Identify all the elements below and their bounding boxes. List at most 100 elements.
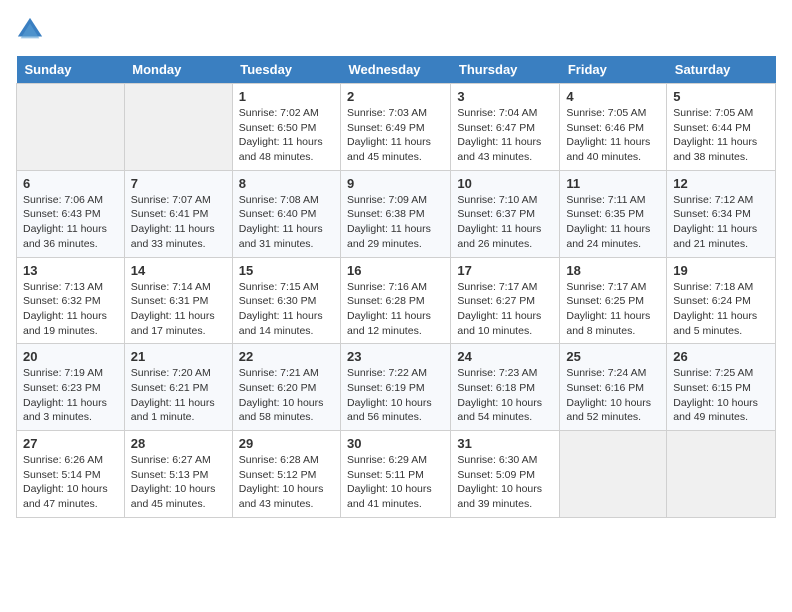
- calendar-cell: 21 Sunrise: 7:20 AMSunset: 6:21 PMDayligh…: [124, 344, 232, 431]
- calendar-cell: [560, 431, 667, 518]
- week-row-4: 20 Sunrise: 7:19 AMSunset: 6:23 PMDayligh…: [17, 344, 776, 431]
- page-header: [16, 16, 776, 44]
- day-number: 14: [131, 263, 226, 278]
- day-info: Sunrise: 7:05 AMSunset: 6:44 PMDaylight:…: [673, 106, 769, 165]
- day-info: Sunrise: 7:21 AMSunset: 6:20 PMDaylight:…: [239, 366, 334, 425]
- day-number: 21: [131, 349, 226, 364]
- calendar-table: SundayMondayTuesdayWednesdayThursdayFrid…: [16, 56, 776, 518]
- day-number: 1: [239, 89, 334, 104]
- day-number: 20: [23, 349, 118, 364]
- day-info: Sunrise: 7:20 AMSunset: 6:21 PMDaylight:…: [131, 366, 226, 425]
- day-info: Sunrise: 7:12 AMSunset: 6:34 PMDaylight:…: [673, 193, 769, 252]
- calendar-cell: [124, 84, 232, 171]
- day-info: Sunrise: 7:08 AMSunset: 6:40 PMDaylight:…: [239, 193, 334, 252]
- calendar-cell: 8 Sunrise: 7:08 AMSunset: 6:40 PMDaylight…: [232, 170, 340, 257]
- day-number: 8: [239, 176, 334, 191]
- calendar-cell: 26 Sunrise: 7:25 AMSunset: 6:15 PMDayligh…: [667, 344, 776, 431]
- day-number: 15: [239, 263, 334, 278]
- calendar-cell: 15 Sunrise: 7:15 AMSunset: 6:30 PMDayligh…: [232, 257, 340, 344]
- day-number: 16: [347, 263, 444, 278]
- day-number: 7: [131, 176, 226, 191]
- calendar-cell: 6 Sunrise: 7:06 AMSunset: 6:43 PMDaylight…: [17, 170, 125, 257]
- day-info: Sunrise: 7:16 AMSunset: 6:28 PMDaylight:…: [347, 280, 444, 339]
- day-number: 26: [673, 349, 769, 364]
- calendar-cell: [667, 431, 776, 518]
- calendar-cell: 19 Sunrise: 7:18 AMSunset: 6:24 PMDayligh…: [667, 257, 776, 344]
- calendar-cell: 20 Sunrise: 7:19 AMSunset: 6:23 PMDayligh…: [17, 344, 125, 431]
- day-info: Sunrise: 7:03 AMSunset: 6:49 PMDaylight:…: [347, 106, 444, 165]
- header-friday: Friday: [560, 56, 667, 84]
- logo: [16, 16, 48, 44]
- calendar-cell: 30 Sunrise: 6:29 AMSunset: 5:11 PMDayligh…: [341, 431, 451, 518]
- day-info: Sunrise: 6:30 AMSunset: 5:09 PMDaylight:…: [457, 453, 553, 512]
- day-number: 27: [23, 436, 118, 451]
- day-number: 10: [457, 176, 553, 191]
- calendar-cell: 24 Sunrise: 7:23 AMSunset: 6:18 PMDayligh…: [451, 344, 560, 431]
- logo-icon: [16, 16, 44, 44]
- day-number: 9: [347, 176, 444, 191]
- calendar-cell: 7 Sunrise: 7:07 AMSunset: 6:41 PMDaylight…: [124, 170, 232, 257]
- day-number: 22: [239, 349, 334, 364]
- day-number: 17: [457, 263, 553, 278]
- calendar-cell: 4 Sunrise: 7:05 AMSunset: 6:46 PMDaylight…: [560, 84, 667, 171]
- calendar-cell: 17Sunrise: 7:17 AMSunset: 6:27 PMDayligh…: [451, 257, 560, 344]
- day-number: 11: [566, 176, 660, 191]
- day-info: Sunrise: 7:02 AMSunset: 6:50 PMDaylight:…: [239, 106, 334, 165]
- calendar-cell: 27Sunrise: 6:26 AMSunset: 5:14 PMDayligh…: [17, 431, 125, 518]
- day-info: Sunrise: 7:14 AMSunset: 6:31 PMDaylight:…: [131, 280, 226, 339]
- calendar-cell: [17, 84, 125, 171]
- day-number: 28: [131, 436, 226, 451]
- day-info: Sunrise: 7:19 AMSunset: 6:23 PMDaylight:…: [23, 366, 118, 425]
- day-number: 4: [566, 89, 660, 104]
- day-number: 31: [457, 436, 553, 451]
- day-info: Sunrise: 7:06 AMSunset: 6:43 PMDaylight:…: [23, 193, 118, 252]
- day-info: Sunrise: 7:13 AMSunset: 6:32 PMDaylight:…: [23, 280, 118, 339]
- day-number: 18: [566, 263, 660, 278]
- calendar-cell: 10Sunrise: 7:10 AMSunset: 6:37 PMDayligh…: [451, 170, 560, 257]
- day-number: 13: [23, 263, 118, 278]
- day-info: Sunrise: 7:25 AMSunset: 6:15 PMDaylight:…: [673, 366, 769, 425]
- day-number: 25: [566, 349, 660, 364]
- day-info: Sunrise: 7:23 AMSunset: 6:18 PMDaylight:…: [457, 366, 553, 425]
- day-info: Sunrise: 6:29 AMSunset: 5:11 PMDaylight:…: [347, 453, 444, 512]
- day-number: 30: [347, 436, 444, 451]
- week-row-2: 6 Sunrise: 7:06 AMSunset: 6:43 PMDaylight…: [17, 170, 776, 257]
- calendar-cell: 18Sunrise: 7:17 AMSunset: 6:25 PMDayligh…: [560, 257, 667, 344]
- calendar-cell: 14 Sunrise: 7:14 AMSunset: 6:31 PMDayligh…: [124, 257, 232, 344]
- day-number: 2: [347, 89, 444, 104]
- day-info: Sunrise: 7:22 AMSunset: 6:19 PMDaylight:…: [347, 366, 444, 425]
- calendar-cell: 12 Sunrise: 7:12 AMSunset: 6:34 PMDayligh…: [667, 170, 776, 257]
- day-info: Sunrise: 7:18 AMSunset: 6:24 PMDaylight:…: [673, 280, 769, 339]
- day-number: 6: [23, 176, 118, 191]
- calendar-cell: 25 Sunrise: 7:24 AMSunset: 6:16 PMDayligh…: [560, 344, 667, 431]
- day-info: Sunrise: 7:04 AMSunset: 6:47 PMDaylight:…: [457, 106, 553, 165]
- day-info: Sunrise: 7:24 AMSunset: 6:16 PMDaylight:…: [566, 366, 660, 425]
- day-number: 12: [673, 176, 769, 191]
- week-row-5: 27Sunrise: 6:26 AMSunset: 5:14 PMDayligh…: [17, 431, 776, 518]
- header-row: SundayMondayTuesdayWednesdayThursdayFrid…: [17, 56, 776, 84]
- calendar-cell: 3Sunrise: 7:04 AMSunset: 6:47 PMDaylight…: [451, 84, 560, 171]
- week-row-1: 1 Sunrise: 7:02 AMSunset: 6:50 PMDaylight…: [17, 84, 776, 171]
- day-info: Sunrise: 6:27 AMSunset: 5:13 PMDaylight:…: [131, 453, 226, 512]
- day-info: Sunrise: 6:28 AMSunset: 5:12 PMDaylight:…: [239, 453, 334, 512]
- day-info: Sunrise: 7:07 AMSunset: 6:41 PMDaylight:…: [131, 193, 226, 252]
- day-info: Sunrise: 7:05 AMSunset: 6:46 PMDaylight:…: [566, 106, 660, 165]
- calendar-cell: 29 Sunrise: 6:28 AMSunset: 5:12 PMDayligh…: [232, 431, 340, 518]
- week-row-3: 13 Sunrise: 7:13 AMSunset: 6:32 PMDayligh…: [17, 257, 776, 344]
- calendar-cell: 13 Sunrise: 7:13 AMSunset: 6:32 PMDayligh…: [17, 257, 125, 344]
- day-info: Sunrise: 7:11 AMSunset: 6:35 PMDaylight:…: [566, 193, 660, 252]
- day-number: 19: [673, 263, 769, 278]
- header-tuesday: Tuesday: [232, 56, 340, 84]
- day-number: 23: [347, 349, 444, 364]
- calendar-cell: 9Sunrise: 7:09 AMSunset: 6:38 PMDaylight…: [341, 170, 451, 257]
- day-number: 5: [673, 89, 769, 104]
- header-saturday: Saturday: [667, 56, 776, 84]
- calendar-cell: 2 Sunrise: 7:03 AMSunset: 6:49 PMDaylight…: [341, 84, 451, 171]
- calendar-cell: 11 Sunrise: 7:11 AMSunset: 6:35 PMDayligh…: [560, 170, 667, 257]
- day-number: 29: [239, 436, 334, 451]
- day-info: Sunrise: 7:15 AMSunset: 6:30 PMDaylight:…: [239, 280, 334, 339]
- day-number: 24: [457, 349, 553, 364]
- calendar-cell: 5 Sunrise: 7:05 AMSunset: 6:44 PMDaylight…: [667, 84, 776, 171]
- calendar-cell: 16 Sunrise: 7:16 AMSunset: 6:28 PMDayligh…: [341, 257, 451, 344]
- calendar-cell: 31 Sunrise: 6:30 AMSunset: 5:09 PMDayligh…: [451, 431, 560, 518]
